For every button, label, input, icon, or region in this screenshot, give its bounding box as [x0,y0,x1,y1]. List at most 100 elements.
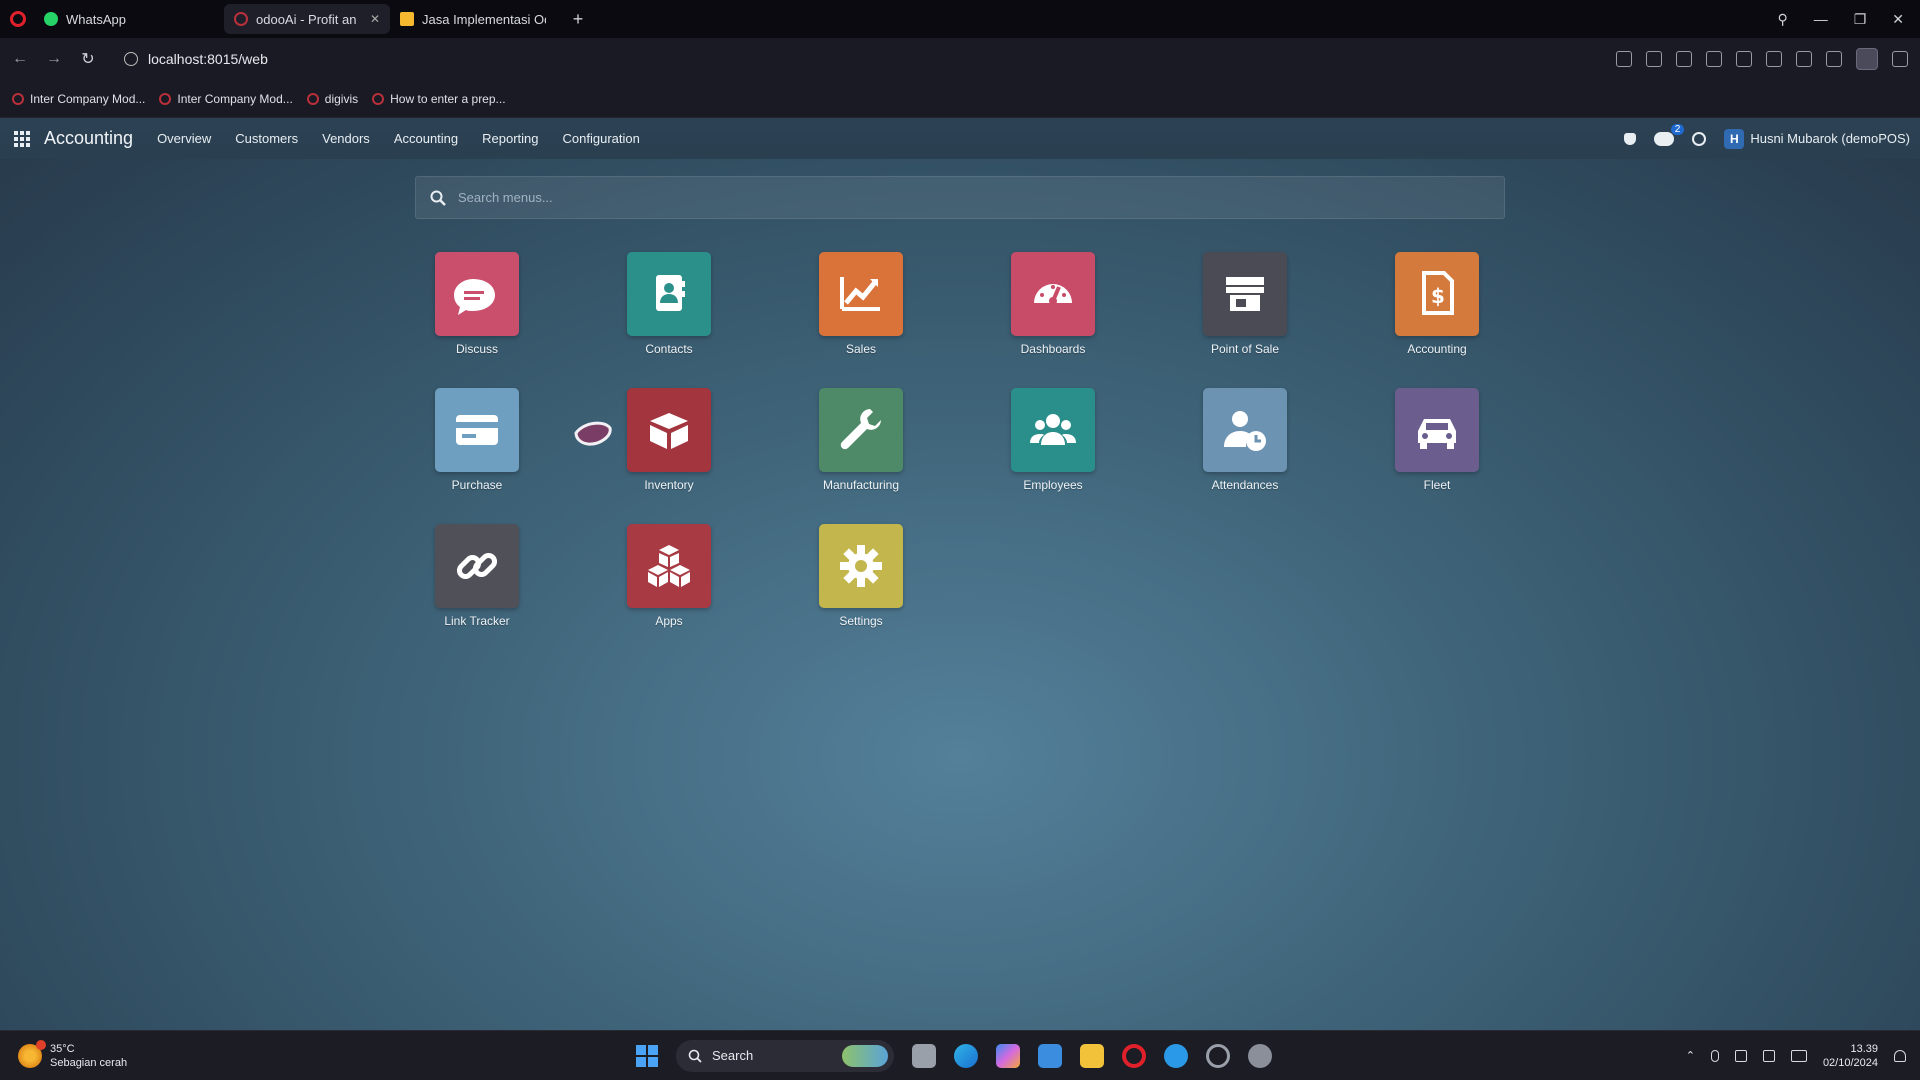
bookmark-item[interactable]: digivis [306,92,358,106]
taskbar-search-label: Search [712,1048,754,1063]
wifi-icon[interactable] [1734,1049,1747,1062]
browser-app-icon[interactable] [1164,1043,1188,1068]
chrome-icon[interactable] [1206,1043,1230,1068]
app-tile[interactable] [1203,388,1287,472]
app-grid-icon[interactable] [14,130,30,147]
mail-icon[interactable] [1038,1043,1062,1068]
task-view-icon[interactable] [912,1043,936,1068]
opera-logo-icon[interactable] [10,11,26,27]
app-fleet[interactable]: Fleet [1395,388,1479,492]
page-icon [400,12,414,26]
store-icon [1226,277,1264,311]
search-input[interactable] [458,190,1358,205]
app-tile[interactable] [819,388,903,472]
app-tile[interactable] [435,524,519,608]
opera-icon[interactable] [1122,1043,1146,1068]
app-point-of-sale[interactable]: Point of Sale [1203,252,1287,356]
forward-icon[interactable]: → [46,50,62,68]
app-settings[interactable]: Settings [819,524,903,628]
app-sales[interactable]: Sales [819,252,903,356]
download-icon[interactable] [1766,51,1782,67]
edge-icon[interactable] [954,1043,978,1068]
bug-icon[interactable] [1624,132,1637,145]
app-contacts[interactable]: Contacts [627,252,711,356]
app-accounting[interactable]: $ Accounting [1395,252,1479,356]
tab-odooai[interactable]: odooAi - Profit and Lo ✕ [224,4,390,34]
time: 13.39 [1850,1042,1878,1055]
url-field[interactable]: localhost:8015/web [124,51,268,67]
taskbar-search[interactable]: Search [676,1039,894,1072]
menu-overview[interactable]: Overview [157,131,211,146]
new-tab-button[interactable]: + [568,9,588,30]
search-icon[interactable]: ⚲ [1777,11,1787,28]
profile-icon[interactable] [1856,48,1878,70]
restore-icon[interactable]: ❐ [1854,11,1867,28]
menu-icon[interactable] [1826,51,1842,67]
clock[interactable]: 13.39 02/10/2024 [1823,1042,1878,1070]
menu-reporting[interactable]: Reporting [482,131,538,146]
app-tile[interactable] [627,252,711,336]
app-dashboards[interactable]: Dashboards [1011,252,1095,356]
app-tile[interactable] [819,524,903,608]
heart-icon[interactable] [1736,51,1752,67]
app-inventory[interactable]: Inventory [627,388,711,492]
app-tile[interactable] [1395,388,1479,472]
app-purchase[interactable]: Purchase [435,388,519,492]
avatar: H [1724,128,1745,149]
file-explorer-icon[interactable] [1080,1043,1104,1068]
copilot-icon[interactable] [996,1043,1020,1068]
app-discuss[interactable]: Discuss [435,252,519,356]
reload-icon[interactable]: ↻ [80,49,96,69]
search-icon [430,190,446,206]
app-tile[interactable] [435,252,519,336]
app-label: Manufacturing [822,478,900,492]
app-tile[interactable] [1011,388,1095,472]
edit-icon[interactable] [1616,51,1632,67]
app-label: Employees [1023,478,1083,492]
window-controls: ⚲ — ❐ ✕ [1777,11,1920,28]
app-tile[interactable] [1203,252,1287,336]
menu-customers[interactable]: Customers [235,131,298,146]
menu-configuration[interactable]: Configuration [563,131,640,146]
app-apps[interactable]: Apps [627,524,711,628]
bookmark-item[interactable]: Inter Company Mod... [12,92,145,106]
volume-icon[interactable] [1762,1049,1775,1062]
back-icon[interactable]: ← [12,50,28,68]
bookmark-item[interactable]: How to enter a prep... [372,92,506,106]
tab-jasa-implementasi[interactable]: Jasa Implementasi Odoo I [390,4,556,34]
close-window-icon[interactable]: ✕ [1892,11,1904,28]
chevron-up-icon[interactable]: ⌃ [1686,1049,1695,1062]
app-tile[interactable] [627,524,711,608]
camera-icon[interactable] [1646,51,1662,67]
app-tile[interactable] [435,388,519,472]
activity-clock-icon[interactable] [1692,131,1707,146]
app-tile[interactable] [627,388,711,472]
app-link-tracker[interactable]: Link Tracker [435,524,519,628]
menu-search-box[interactable] [415,176,1505,219]
app-tile[interactable]: $ [1395,252,1479,336]
close-tab-icon[interactable]: ✕ [370,12,380,26]
menu-accounting[interactable]: Accounting [394,131,458,146]
flow-icon[interactable] [1706,51,1722,67]
app-title[interactable]: Accounting [44,128,133,149]
app-tile[interactable] [1011,252,1095,336]
menu-vendors[interactable]: Vendors [322,131,370,146]
wallet-icon[interactable] [1796,51,1812,67]
app-employees[interactable]: Employees [1011,388,1095,492]
notification-bell-icon[interactable] [1894,1049,1906,1062]
settings-icon[interactable] [1248,1043,1272,1068]
start-icon[interactable] [636,1044,658,1067]
app-attendances[interactable]: Attendances [1203,388,1287,492]
extensions-icon[interactable] [1892,51,1908,67]
shield-icon[interactable] [1676,51,1692,67]
microphone-icon[interactable] [1710,1049,1719,1062]
bookmark-item[interactable]: Inter Company Mod... [159,92,293,106]
messages-icon[interactable]: 2 [1654,123,1685,146]
battery-icon[interactable] [1790,1049,1807,1062]
app-manufacturing[interactable]: Manufacturing [819,388,903,492]
tab-whatsapp[interactable]: WhatsApp [34,4,224,34]
app-tile[interactable] [819,252,903,336]
minimize-icon[interactable]: — [1814,11,1828,27]
weather-widget[interactable]: 35°C Sebagian cerah [0,1039,127,1070]
user-menu[interactable]: H Husni Mubarok (demoPOS) [1724,128,1910,149]
